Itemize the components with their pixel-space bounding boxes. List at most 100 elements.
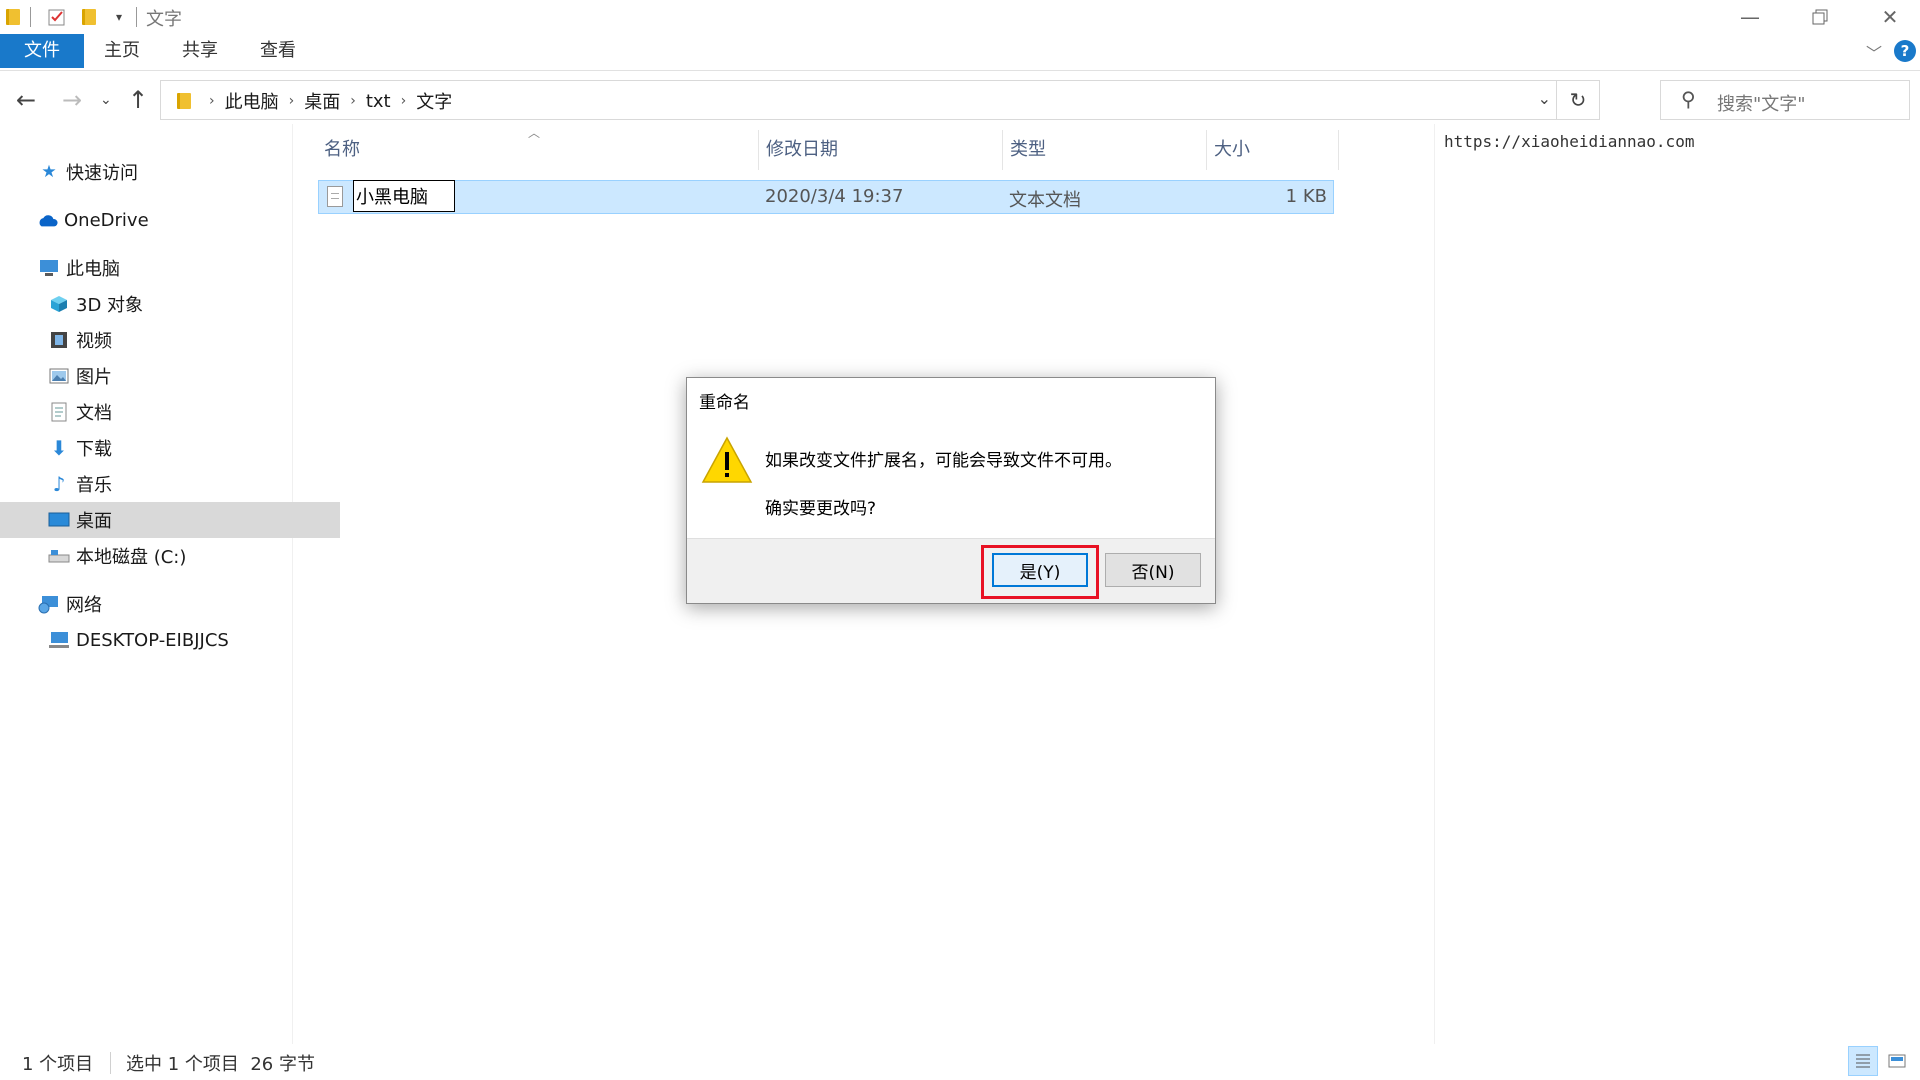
recent-locations-icon[interactable]: ⌄	[100, 92, 112, 108]
nav-item-label: 视频	[76, 331, 112, 352]
ribbon: 文件 主页 共享 查看 ﹀ ?	[0, 34, 1920, 71]
address-bar[interactable]: › 此电脑 › 桌面 › txt › 文字 ⌄ ↻	[160, 80, 1600, 120]
properties-icon[interactable]	[46, 6, 68, 28]
dialog-footer: 是(Y) 否(N)	[687, 538, 1215, 603]
column-divider[interactable]	[1338, 130, 1339, 170]
network-icon	[38, 593, 60, 615]
crumb-text[interactable]: 文字	[416, 88, 452, 114]
preview-divider[interactable]	[1434, 124, 1435, 1044]
nav-item-local-disk[interactable]: 本地磁盘 (C:)	[0, 538, 340, 574]
tab-share[interactable]: 共享	[172, 34, 228, 68]
desktop-icon	[48, 509, 70, 531]
dialog-question: 确实要更改吗?	[765, 499, 877, 519]
no-button[interactable]: 否(N)	[1105, 553, 1201, 587]
nav-item-label: DESKTOP-EIBJJCS	[76, 629, 229, 651]
selection-info: 选中 1 个项目 26 字节	[126, 1054, 315, 1075]
chevron-right-icon[interactable]: ›	[289, 93, 295, 109]
nav-item-desktop-pc[interactable]: DESKTOP-EIBJJCS	[0, 622, 340, 658]
item-count: 1 个项目	[22, 1054, 94, 1075]
breadcrumb: › 此电脑 › 桌面 › txt › 文字	[177, 88, 452, 114]
address-dropdown-icon[interactable]: ⌄	[1538, 89, 1551, 108]
column-size[interactable]: 大小	[1208, 132, 1338, 168]
picture-icon	[48, 365, 70, 387]
nav-item-label: OneDrive	[64, 209, 149, 231]
crumb-txt[interactable]: txt	[366, 91, 391, 112]
file-size: 1 KB	[1285, 186, 1327, 207]
nav-item-music[interactable]: ♪ 音乐	[0, 466, 340, 502]
large-icons-view-icon[interactable]	[1882, 1046, 1912, 1076]
chevron-right-icon[interactable]: ›	[209, 93, 215, 109]
navigation-pane: ★ 快速访问 OneDrive 此电脑 3D 对象 视频 图片 文档 ⬇ 下载 …	[0, 124, 340, 1044]
nav-item-pictures[interactable]: 图片	[0, 358, 340, 394]
text-file-icon	[327, 186, 343, 207]
details-view-icon[interactable]	[1848, 1046, 1878, 1076]
nav-item-quick-access[interactable]: ★ 快速访问	[0, 154, 330, 190]
tab-home[interactable]: 主页	[94, 34, 150, 68]
pc-icon	[48, 629, 70, 651]
computer-icon	[38, 257, 60, 279]
cube-icon	[48, 293, 70, 315]
column-name[interactable]: 名称	[318, 132, 758, 168]
file-type: 文本文档	[1009, 190, 1081, 211]
star-icon: ★	[41, 162, 57, 182]
column-divider[interactable]	[1206, 130, 1207, 170]
chevron-right-icon[interactable]: ›	[350, 93, 356, 109]
close-button[interactable]: ✕	[1855, 0, 1920, 34]
chevron-right-icon[interactable]: ›	[401, 93, 407, 109]
nav-item-label: 网络	[66, 595, 102, 616]
address-row: ← → ⌄ ↑ › 此电脑 › 桌面 › txt › 文字 ⌄ ↻ ⚲ 搜索"文…	[0, 78, 1920, 124]
column-divider[interactable]	[758, 130, 759, 170]
nav-item-label: 图片	[76, 367, 112, 388]
search-input[interactable]: ⚲ 搜索"文字"	[1660, 80, 1910, 120]
folder-icon	[2, 6, 24, 28]
divider	[30, 7, 31, 27]
warning-icon	[701, 436, 753, 483]
title-bar: ▾ 文字 — ✕	[0, 0, 1920, 34]
yes-button[interactable]: 是(Y)	[992, 553, 1088, 587]
customize-toolbar-icon[interactable]: ▾	[108, 6, 130, 28]
back-icon[interactable]: ←	[16, 86, 36, 114]
dialog-title: 重命名	[699, 393, 750, 413]
nav-item-label: 此电脑	[66, 259, 120, 280]
nav-item-onedrive[interactable]: OneDrive	[0, 202, 328, 238]
nav-item-3d-objects[interactable]: 3D 对象	[0, 286, 340, 322]
nav-item-label: 音乐	[76, 475, 112, 496]
tab-view[interactable]: 查看	[250, 34, 306, 68]
nav-item-videos[interactable]: 视频	[0, 322, 340, 358]
nav-item-desktop[interactable]: 桌面	[0, 502, 340, 538]
rename-input[interactable]	[353, 180, 455, 212]
minimize-button[interactable]: —	[1715, 0, 1785, 34]
column-divider[interactable]	[1002, 130, 1003, 170]
nav-item-label: 本地磁盘 (C:)	[76, 547, 187, 568]
file-modified: 2020/3/4 19:37	[765, 186, 904, 207]
column-modified[interactable]: 修改日期	[760, 132, 1002, 168]
window-title: 文字	[146, 9, 182, 30]
crumb-desktop[interactable]: 桌面	[304, 88, 340, 114]
new-folder-icon[interactable]	[78, 6, 100, 28]
refresh-icon[interactable]: ↻	[1556, 81, 1599, 119]
crumb-this-pc[interactable]: 此电脑	[225, 88, 279, 114]
nav-item-downloads[interactable]: ⬇ 下载	[0, 430, 340, 466]
preview-text: https://xiaoheidiannao.com	[1444, 132, 1695, 151]
dialog-message: 如果改变文件扩展名，可能会导致文件不可用。	[765, 451, 1122, 471]
tab-file[interactable]: 文件	[0, 34, 84, 68]
nav-item-label: 下载	[76, 439, 112, 460]
help-icon[interactable]: ?	[1894, 40, 1916, 62]
drive-icon	[48, 545, 70, 567]
up-icon[interactable]: ↑	[128, 86, 148, 114]
nav-item-documents[interactable]: 文档	[0, 394, 340, 430]
expand-ribbon-icon[interactable]: ﹀	[1866, 40, 1882, 64]
rename-dialog: 重命名 如果改变文件扩展名，可能会导致文件不可用。 确实要更改吗? 是(Y) 否…	[686, 377, 1216, 604]
divider	[110, 1052, 111, 1074]
search-icon: ⚲	[1681, 87, 1696, 111]
status-bar: 1 个项目 选中 1 个项目 26 字节	[0, 1044, 1920, 1080]
nav-item-label: 桌面	[76, 511, 112, 532]
nav-item-label: 文档	[76, 403, 112, 424]
restore-button[interactable]	[1785, 0, 1855, 34]
column-type[interactable]: 类型	[1004, 132, 1206, 168]
music-icon: ♪	[52, 472, 66, 496]
nav-item-this-pc[interactable]: 此电脑	[0, 250, 330, 286]
forward-icon[interactable]: →	[62, 86, 82, 114]
table-row[interactable]: 2020/3/4 19:37 文本文档 1 KB	[318, 180, 1334, 214]
nav-item-network[interactable]: 网络	[0, 586, 330, 622]
